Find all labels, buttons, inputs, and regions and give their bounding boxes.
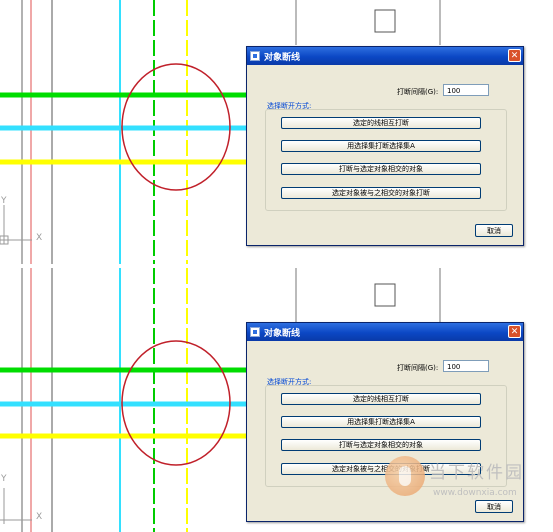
option-break-intersecting-objects[interactable]: 打断与选定对象相交的对象 <box>281 439 481 451</box>
interval-label: 打断间隔(G): <box>397 364 439 372</box>
axis-y-label: Y <box>1 474 7 484</box>
option-break-with-selection-set[interactable]: 用选择集打断选择集A <box>281 416 481 428</box>
site-watermark: 当下软件园 www.downxia.com <box>385 452 535 514</box>
cad-view-bottom: Y X 对象断线 ✕ 打断间隔(G): 100 选择断开方式: 选定的线相互打断… <box>0 268 553 532</box>
app-icon <box>250 51 260 61</box>
dialog-titlebar[interactable]: 对象断线 <box>247 47 523 65</box>
axis-x-label: X <box>36 233 43 243</box>
axis-y-label: Y <box>1 196 7 206</box>
app-icon <box>250 327 260 337</box>
break-object-dialog: 对象断线 ✕ 打断间隔(G): 100 选择断开方式: 选定的线相互打断 用选择… <box>246 46 524 246</box>
dialog-title: 对象断线 <box>264 52 301 63</box>
option-break-intersecting-objects[interactable]: 打断与选定对象相交的对象 <box>281 163 481 175</box>
watermark-text: 当下软件园 <box>429 463 524 483</box>
interval-input[interactable]: 100 <box>443 360 489 372</box>
cad-block <box>374 283 396 307</box>
dialog-title: 对象断线 <box>264 328 301 339</box>
red-circle <box>121 340 231 466</box>
cancel-button[interactable]: 取消 <box>475 224 513 237</box>
dialog-titlebar[interactable]: 对象断线 <box>247 323 523 341</box>
cad-view-top: Y X 对象断线 ✕ 打断间隔(G): 100 选择断开方式: 选定的线相互打断… <box>0 0 553 264</box>
option-break-with-selection-set[interactable]: 用选择集打断选择集A <box>281 140 481 152</box>
interval-label: 打断间隔(G): <box>397 88 439 96</box>
interval-input[interactable]: 100 <box>443 84 489 96</box>
option-break-selected-mutually[interactable]: 选定的线相互打断 <box>281 117 481 129</box>
axis-x-label: X <box>36 512 43 522</box>
option-break-selected-mutually[interactable]: 选定的线相互打断 <box>281 393 481 405</box>
cad-block <box>374 9 396 33</box>
close-button[interactable]: ✕ <box>508 49 521 62</box>
watermark-url: www.downxia.com <box>433 488 517 498</box>
close-button[interactable]: ✕ <box>508 325 521 338</box>
watermark-logo-icon <box>385 456 425 496</box>
option-selected-broken-by-intersecting[interactable]: 选定对象被与之相交的对象打断 <box>281 187 481 199</box>
